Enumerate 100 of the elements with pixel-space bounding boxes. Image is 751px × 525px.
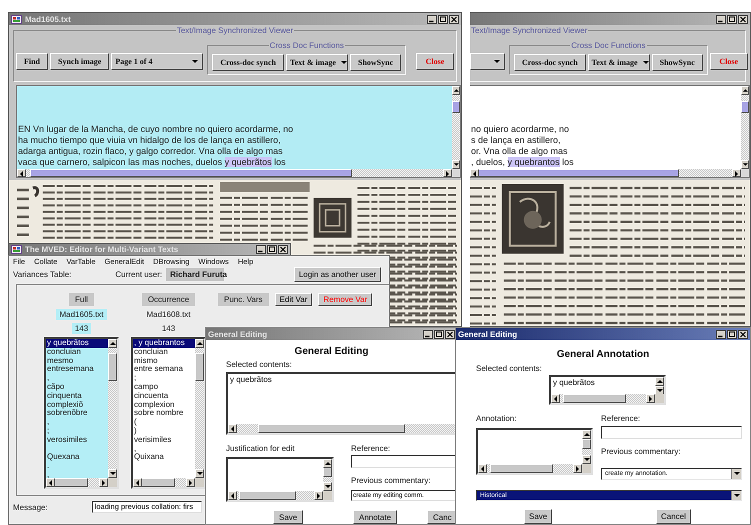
list-item[interactable]: verosimiles — [46, 436, 108, 445]
arrow-up-icon[interactable] — [742, 87, 748, 94]
scrollbar-thumb[interactable] — [478, 169, 679, 177]
caret-icon[interactable] — [340, 59, 347, 66]
scrollbar-thumb[interactable] — [741, 100, 749, 113]
arrow-left-icon[interactable] — [479, 465, 486, 472]
arrow-up-icon[interactable] — [109, 340, 116, 347]
vertical-scrollbar[interactable] — [195, 339, 204, 478]
vertical-scrollbar[interactable] — [452, 86, 460, 169]
list-item[interactable]: ; — [46, 426, 108, 436]
minimize-button[interactable] — [716, 14, 726, 24]
arrow-down-icon[interactable] — [453, 161, 459, 168]
dialog-button[interactable]: Save — [524, 509, 552, 524]
list-item[interactable]: ; — [133, 374, 195, 383]
list-item[interactable]: cãpo — [46, 382, 108, 392]
scrollbar-thumb[interactable] — [30, 169, 352, 177]
maximize-button[interactable] — [438, 14, 448, 24]
minimize-button[interactable] — [256, 245, 266, 254]
vertical-scrollbar[interactable] — [655, 377, 664, 394]
close-button[interactable] — [445, 330, 455, 338]
dropdown[interactable] — [470, 53, 505, 70]
list-item[interactable]: , — [46, 470, 108, 478]
list-item[interactable]: Quixana — [133, 453, 195, 462]
horizontal-scrollbar[interactable] — [228, 491, 323, 500]
list-item[interactable]: concluian — [46, 348, 108, 357]
vertical-scrollbar[interactable] — [323, 459, 332, 491]
caret-icon[interactable] — [733, 470, 740, 477]
dropdown[interactable]: Text & image — [588, 54, 650, 71]
arrow-left-icon[interactable] — [552, 395, 559, 402]
toolbar-button[interactable]: Synch image — [50, 53, 110, 70]
arrow-up-icon[interactable] — [583, 431, 590, 438]
list-item[interactable]: mismo — [133, 356, 195, 366]
scrollbar-thumb[interactable] — [140, 478, 175, 487]
scrollbar-thumb[interactable] — [108, 352, 117, 381]
maximize-button[interactable] — [434, 330, 444, 338]
arrow-down-icon[interactable] — [109, 470, 116, 477]
close-button[interactable] — [738, 14, 748, 24]
dropdown[interactable]: Page 1 of 4 — [111, 53, 204, 70]
arrow-left-icon[interactable] — [229, 492, 236, 499]
list-item[interactable]: . — [46, 462, 108, 471]
arrow-up-icon[interactable] — [196, 340, 203, 347]
arrow-right-icon[interactable] — [187, 479, 194, 486]
caret-icon[interactable] — [733, 492, 740, 499]
list-item[interactable]: complexion — [133, 400, 195, 410]
arrow-right-icon[interactable] — [574, 465, 581, 472]
list-item[interactable]: complexiõ — [46, 400, 108, 410]
list-item[interactable]: entre semana — [133, 365, 195, 374]
action-button[interactable]: Edit Var — [274, 293, 312, 306]
arrow-down-icon[interactable] — [656, 387, 663, 394]
scrollbar-thumb[interactable] — [563, 394, 626, 403]
caret-icon[interactable] — [642, 59, 649, 66]
list-item[interactable]: entresemana — [46, 365, 108, 374]
scrollbar-thumb[interactable] — [239, 491, 296, 500]
horizontal-scrollbar[interactable] — [470, 169, 741, 177]
list-item[interactable]: campo — [133, 382, 195, 392]
arrow-up-icon[interactable] — [453, 87, 459, 94]
arrow-left-icon[interactable] — [18, 170, 25, 176]
list-item[interactable]: sobre nombre — [133, 409, 195, 418]
arrow-right-icon[interactable] — [733, 170, 740, 176]
toolbar-button[interactable]: Cross-doc synch — [514, 54, 586, 71]
title-bar[interactable] — [470, 13, 750, 25]
list-item[interactable]: , — [133, 444, 195, 454]
horizontal-scrollbar[interactable] — [478, 464, 582, 473]
list-item[interactable]: sobrenõbre — [46, 409, 108, 418]
list-item[interactable]: cincuenta — [133, 392, 195, 401]
minimize-button[interactable] — [716, 330, 726, 338]
list-item[interactable]: y quebrãtos — [46, 339, 108, 348]
arrow-right-icon[interactable] — [100, 479, 107, 486]
variant-list[interactable]: y quebrãtos concluian mesmo entresemana , cãpo cinquenta complexiõ sobrenõbre , ; verosimiles Quexana . , — [44, 337, 119, 489]
scrollbar-thumb[interactable] — [195, 352, 204, 381]
toolbar-button[interactable]: Find — [16, 53, 48, 70]
arrow-left-icon[interactable] — [229, 425, 236, 432]
variant-list[interactable]: , y quebrantos concluian mismo entre semana ; campo cincuenta complexion sobre nombre ( ) verisimiles , Quixana — [131, 337, 206, 489]
close-button[interactable] — [449, 14, 459, 24]
horizontal-scrollbar[interactable] — [46, 478, 108, 487]
input-field[interactable] — [601, 426, 742, 439]
horizontal-scrollbar[interactable] — [17, 169, 452, 177]
list-item[interactable]: , — [46, 418, 108, 427]
caret-icon[interactable] — [190, 58, 198, 65]
close-button[interactable] — [278, 245, 288, 254]
horizontal-scrollbar[interactable] — [133, 478, 195, 487]
toolbar-button[interactable]: ShowSync — [652, 54, 703, 71]
dropdown[interactable]: Text & image — [286, 54, 348, 71]
toolbar-button[interactable]: ShowSync — [350, 54, 402, 71]
scrollbar-thumb[interactable] — [53, 478, 88, 487]
list-item[interactable]: concluian — [133, 348, 195, 357]
dialog-button[interactable]: Canc — [427, 510, 457, 524]
scrollbar-thumb[interactable] — [490, 464, 553, 473]
text-area[interactable]: y quebrãtos — [549, 375, 666, 405]
toolbar-button[interactable]: Cross-doc synch — [212, 54, 284, 71]
list-item[interactable]: , — [46, 374, 108, 383]
maximize-button[interactable] — [727, 14, 737, 24]
arrow-down-icon[interactable] — [324, 483, 331, 490]
scrollbar-thumb[interactable] — [258, 424, 406, 433]
horizontal-scrollbar[interactable] — [551, 394, 655, 403]
maximize-button[interactable] — [727, 330, 737, 338]
scrollbar-thumb[interactable] — [323, 467, 332, 477]
dialog-button[interactable]: Cancel — [656, 509, 691, 524]
maximize-button[interactable] — [267, 245, 277, 254]
arrow-left-icon[interactable] — [471, 170, 478, 176]
